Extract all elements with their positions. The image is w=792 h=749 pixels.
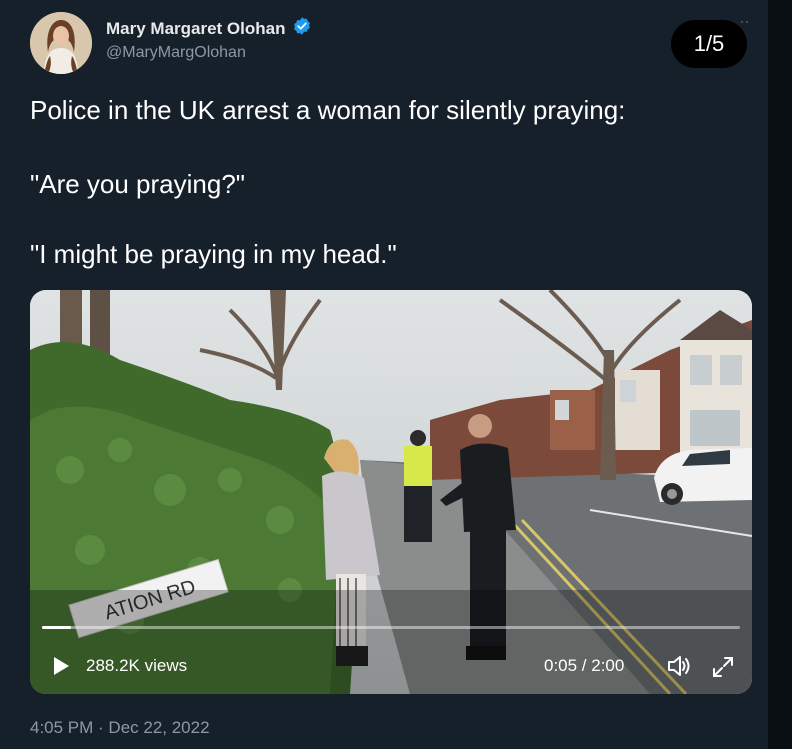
- avatar[interactable]: [30, 12, 92, 74]
- video-progress-bar[interactable]: [42, 626, 740, 629]
- tweet-card: Mary Margaret Olohan @MaryMargOlohan 1/5…: [0, 0, 768, 749]
- right-gutter: [768, 0, 792, 749]
- tweet-line-3: "I might be praying in my head.": [30, 239, 397, 269]
- author-display-name[interactable]: Mary Margaret Olohan: [106, 19, 286, 39]
- media-counter: 1/5: [671, 20, 747, 68]
- play-icon[interactable]: [48, 654, 72, 678]
- video-time: 0:05 / 2:00: [544, 656, 625, 675]
- video-progress-fill: [42, 626, 72, 629]
- author-handle[interactable]: @MaryMargOlohan: [106, 44, 246, 62]
- fullscreen-icon[interactable]: [710, 654, 736, 680]
- author-name[interactable]: Mary Margaret Olohan: [106, 16, 312, 41]
- video-player[interactable]: ATION RD 288.2K views 0:05 / 2:00: [30, 290, 752, 694]
- tweet-line-2: "Are you praying?": [30, 169, 246, 199]
- more-icon[interactable]: ··: [740, 14, 750, 28]
- view-count: 288.2K views: [86, 656, 188, 675]
- volume-icon[interactable]: [664, 652, 692, 680]
- video-frame: ATION RD: [30, 290, 752, 694]
- tweet-line-1: Police in the UK arrest a woman for sile…: [30, 95, 626, 125]
- verified-badge-icon: [292, 16, 312, 41]
- tweet-timestamp[interactable]: 4:05 PM · Dec 22, 2022: [30, 718, 210, 738]
